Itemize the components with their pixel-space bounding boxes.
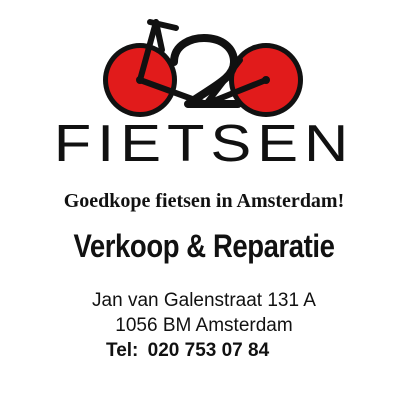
contact-block: Jan van Galenstraat 131 A 1056 BM Amster… — [0, 288, 408, 365]
bicycle-icon — [103, 19, 303, 117]
phone-number[interactable]: 020 753 07 84 — [143, 340, 274, 361]
phone-row: Tel: 020 753 07 84 — [0, 338, 408, 365]
phone-label: Tel: — [106, 340, 139, 361]
services-heading: Verkoop & Reparatie — [73, 228, 335, 264]
address-city: 1056 BM Amsterdam — [115, 315, 293, 336]
address-street: Jan van Galenstraat 131 A — [92, 290, 316, 311]
tagline: Goedkope fietsen in Amsterdam! — [63, 190, 345, 212]
brand-name: FIETSEN — [53, 115, 355, 173]
brand-logo — [103, 19, 303, 117]
